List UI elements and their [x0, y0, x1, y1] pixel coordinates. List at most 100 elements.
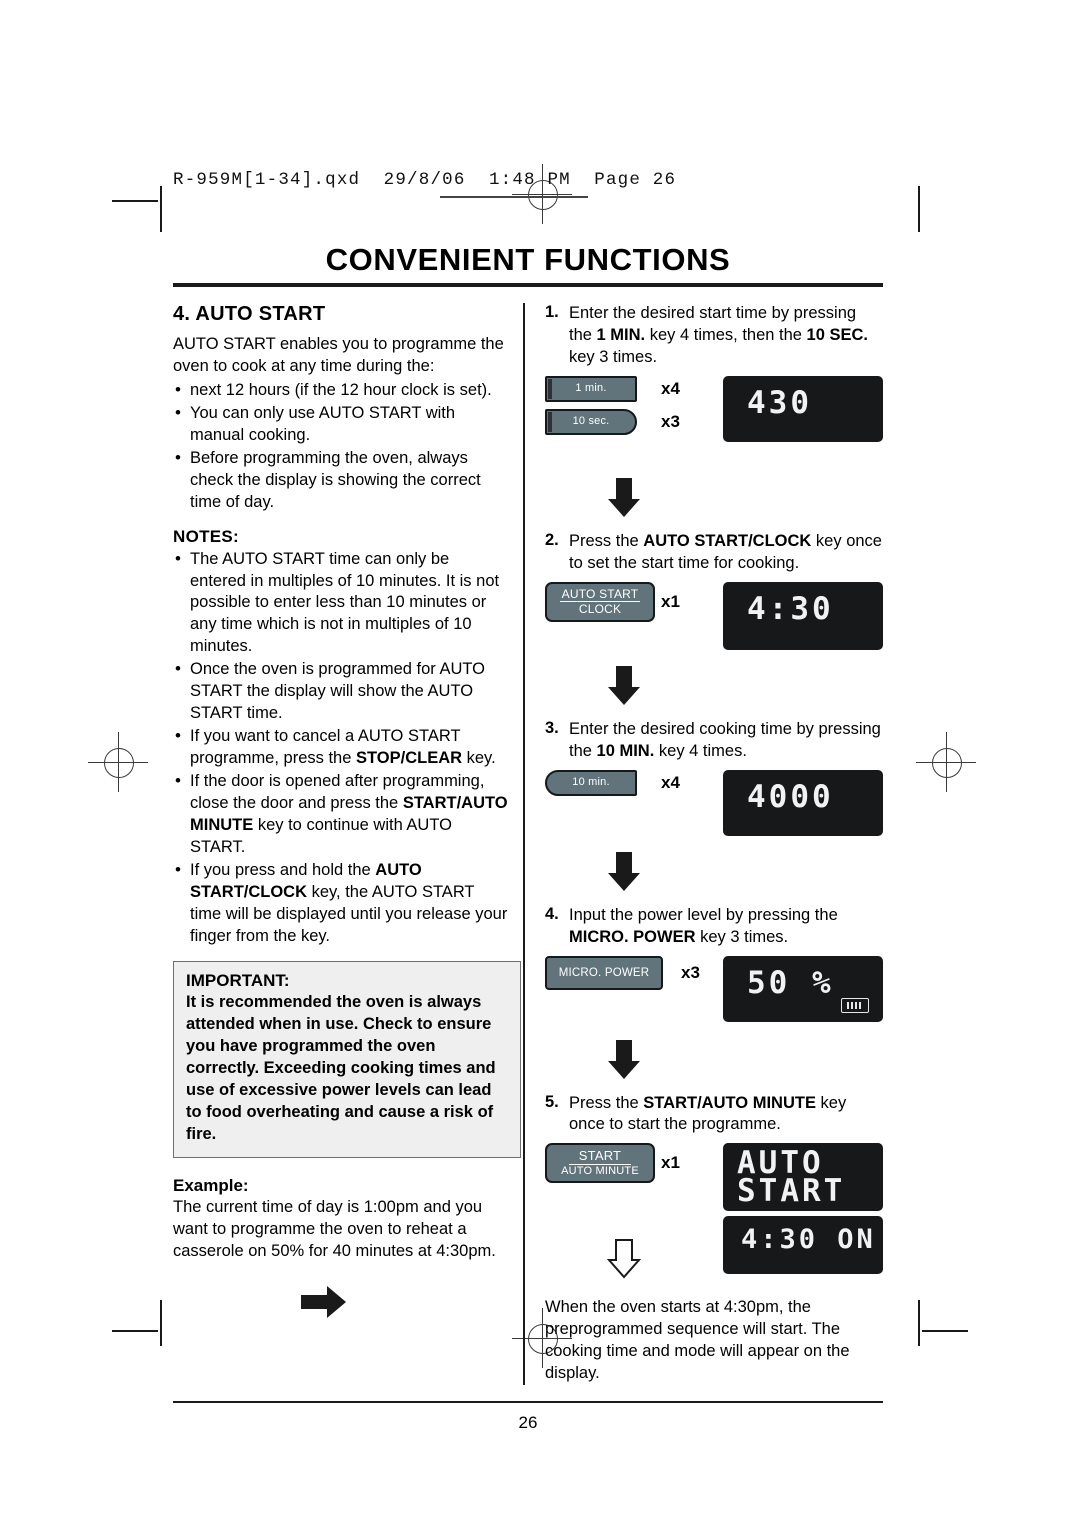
list-item: If you press and hold the AUTO START/CLO…	[173, 859, 509, 948]
important-box: IMPORTANT: It is recommended the oven is…	[173, 961, 521, 1159]
key-10-min[interactable]: 10 min.	[545, 769, 637, 796]
step-5-illustration: START AUTO MINUTE x1 AUTO START 4:30 ON	[545, 1143, 883, 1283]
step-number: 5.	[545, 1092, 559, 1111]
list-item: next 12 hours (if the 12 hour clock is s…	[173, 379, 509, 402]
display-text: 430	[747, 384, 812, 421]
notes-heading: NOTES:	[173, 526, 240, 546]
file-header-text: R-959M[1-34].qxd 29/8/06 1:48 PM Page 26	[173, 170, 677, 190]
oven-display-time-on: 4:30 ON	[723, 1216, 883, 1275]
step-3-illustration: 10 min. x4 4000	[545, 769, 883, 842]
key-multiplier: x3	[661, 411, 680, 431]
closing-paragraph: When the oven starts at 4:30pm, the prep…	[545, 1298, 850, 1383]
arrow-down-icon	[607, 665, 883, 711]
oven-display: 430	[723, 375, 883, 442]
step-4-illustration: MICRO. POWER x3 50 %	[545, 955, 883, 1030]
crop-mark-bottom-left-v	[160, 1300, 162, 1346]
arrow-down-icon	[607, 1039, 883, 1085]
arrow-down-icon	[607, 851, 883, 897]
oven-display-auto-start: AUTO START	[723, 1143, 883, 1212]
step-number: 3.	[545, 718, 559, 737]
key-cell: START AUTO MINUTE	[545, 1143, 655, 1184]
display-text-line2: START	[737, 1173, 846, 1210]
display-text: 4:30	[747, 590, 834, 627]
left-column: 4. AUTO START AUTO START enables you to …	[173, 303, 523, 1385]
step-1: 1. Enter the desired start time by press…	[545, 303, 883, 369]
display-wrapper: AUTO START 4:30 ON	[723, 1143, 883, 1275]
key-label-line2: AUTO MINUTE	[561, 1164, 639, 1177]
key-cell: MICRO. POWER	[545, 955, 675, 990]
key-side-bar	[548, 411, 552, 432]
list-item: Once the oven is programmed for AUTO STA…	[173, 658, 509, 725]
crop-mark-bottom-left-h	[112, 1330, 158, 1332]
step-1-illustration: 1 min. x4 10 sec. x3 430	[545, 375, 883, 468]
right-column: 1. Enter the desired start time by press…	[523, 303, 883, 1386]
key-label-line1: START	[568, 1149, 632, 1165]
file-header-rule	[440, 196, 588, 198]
key-auto-start-clock[interactable]: AUTO START CLOCK	[545, 581, 655, 622]
crop-mark-top-left-v	[160, 186, 162, 232]
display-wrapper: 4000	[723, 769, 883, 836]
key-10-min-wrapper: 10 min.	[545, 769, 637, 796]
display-text: 4000	[747, 778, 834, 815]
important-body: It is recommended the oven is always att…	[186, 993, 496, 1144]
registration-mark-right	[932, 748, 962, 778]
title-underline	[173, 283, 883, 288]
page-content: CONVENIENT FUNCTIONS 4. AUTO START AUTO …	[173, 242, 883, 1433]
oven-display: 4000	[723, 769, 883, 836]
key-label-line2: CLOCK	[578, 602, 622, 617]
key-cell: 10 sec.	[545, 408, 655, 435]
key-1-min-wrapper: 1 min.	[545, 375, 637, 402]
registration-mark-left	[104, 748, 134, 778]
key-1-min[interactable]: 1 min.	[545, 375, 637, 402]
display-text: 50 %	[747, 964, 834, 1001]
list-item: Before programming the oven, always chec…	[173, 447, 509, 514]
step-text: Enter the desired start time by pressing…	[569, 304, 868, 366]
crop-mark-bottom-right-h	[922, 1330, 968, 1332]
key-label: 1 min.	[575, 382, 607, 395]
key-start-auto-minute[interactable]: START AUTO MINUTE	[545, 1143, 655, 1184]
list-item: If the door is opened after programming,…	[173, 770, 509, 859]
section-heading-auto-start: 4. AUTO START	[173, 303, 326, 326]
step-text: Input the power level by pressing the MI…	[569, 905, 838, 946]
key-10-sec-wrapper: 10 sec.	[545, 408, 637, 435]
list-item: If you want to cancel a AUTO START progr…	[173, 725, 509, 770]
arrow-right-icon	[301, 1285, 509, 1324]
two-column-layout: 4. AUTO START AUTO START enables you to …	[173, 303, 883, 1386]
list-item: You can only use AUTO START with manual …	[173, 402, 509, 447]
key-label-line1: AUTO START	[559, 586, 641, 603]
key-multiplier: x3	[681, 962, 700, 982]
step-text: Press the START/AUTO MINUTE key once to …	[569, 1093, 847, 1134]
key-cell: 1 min.	[545, 375, 655, 402]
oven-display: 4:30	[723, 581, 883, 650]
bottom-rule	[173, 1401, 883, 1404]
step-number: 2.	[545, 530, 559, 549]
intro-bullet-list: next 12 hours (if the 12 hour clock is s…	[173, 379, 509, 514]
step-2: 2. Press the AUTO START/CLOCK key once t…	[545, 531, 883, 575]
example-body: The current time of day is 1:00pm and yo…	[173, 1198, 496, 1260]
display-wrapper: 4:30	[723, 581, 883, 650]
example-heading: Example:	[173, 1176, 249, 1196]
notes-bullet-list: The AUTO START time can only be entered …	[173, 548, 509, 948]
registration-line-right-v	[945, 732, 947, 792]
microwave-icon	[841, 997, 869, 1013]
intro-paragraph: AUTO START enables you to programme the …	[173, 335, 504, 376]
key-10-sec[interactable]: 10 sec.	[545, 408, 637, 435]
key-multiplier: x4	[661, 772, 680, 792]
registration-line-left-v	[117, 732, 119, 792]
step-number: 4.	[545, 904, 559, 923]
key-label: 10 sec.	[572, 415, 610, 428]
key-multiplier: x1	[661, 591, 680, 611]
key-cell: AUTO START CLOCK	[545, 581, 655, 622]
page-number: 26	[518, 1413, 538, 1433]
crop-mark-top-left-h	[112, 200, 158, 202]
step-text: Press the AUTO START/CLOCK key once to s…	[569, 531, 882, 572]
key-micro-power[interactable]: MICRO. POWER	[545, 955, 663, 990]
step-3: 3. Enter the desired cooking time by pre…	[545, 719, 883, 763]
step-number: 1.	[545, 303, 559, 322]
key-multiplier: x4	[661, 378, 680, 398]
display-wrapper: 50 %	[723, 955, 883, 1022]
key-side-bar	[548, 378, 552, 399]
key-cell: 10 min.	[545, 769, 655, 796]
crop-mark-bottom-right-v	[918, 1300, 920, 1346]
arrow-down-outline-icon	[606, 1239, 642, 1284]
